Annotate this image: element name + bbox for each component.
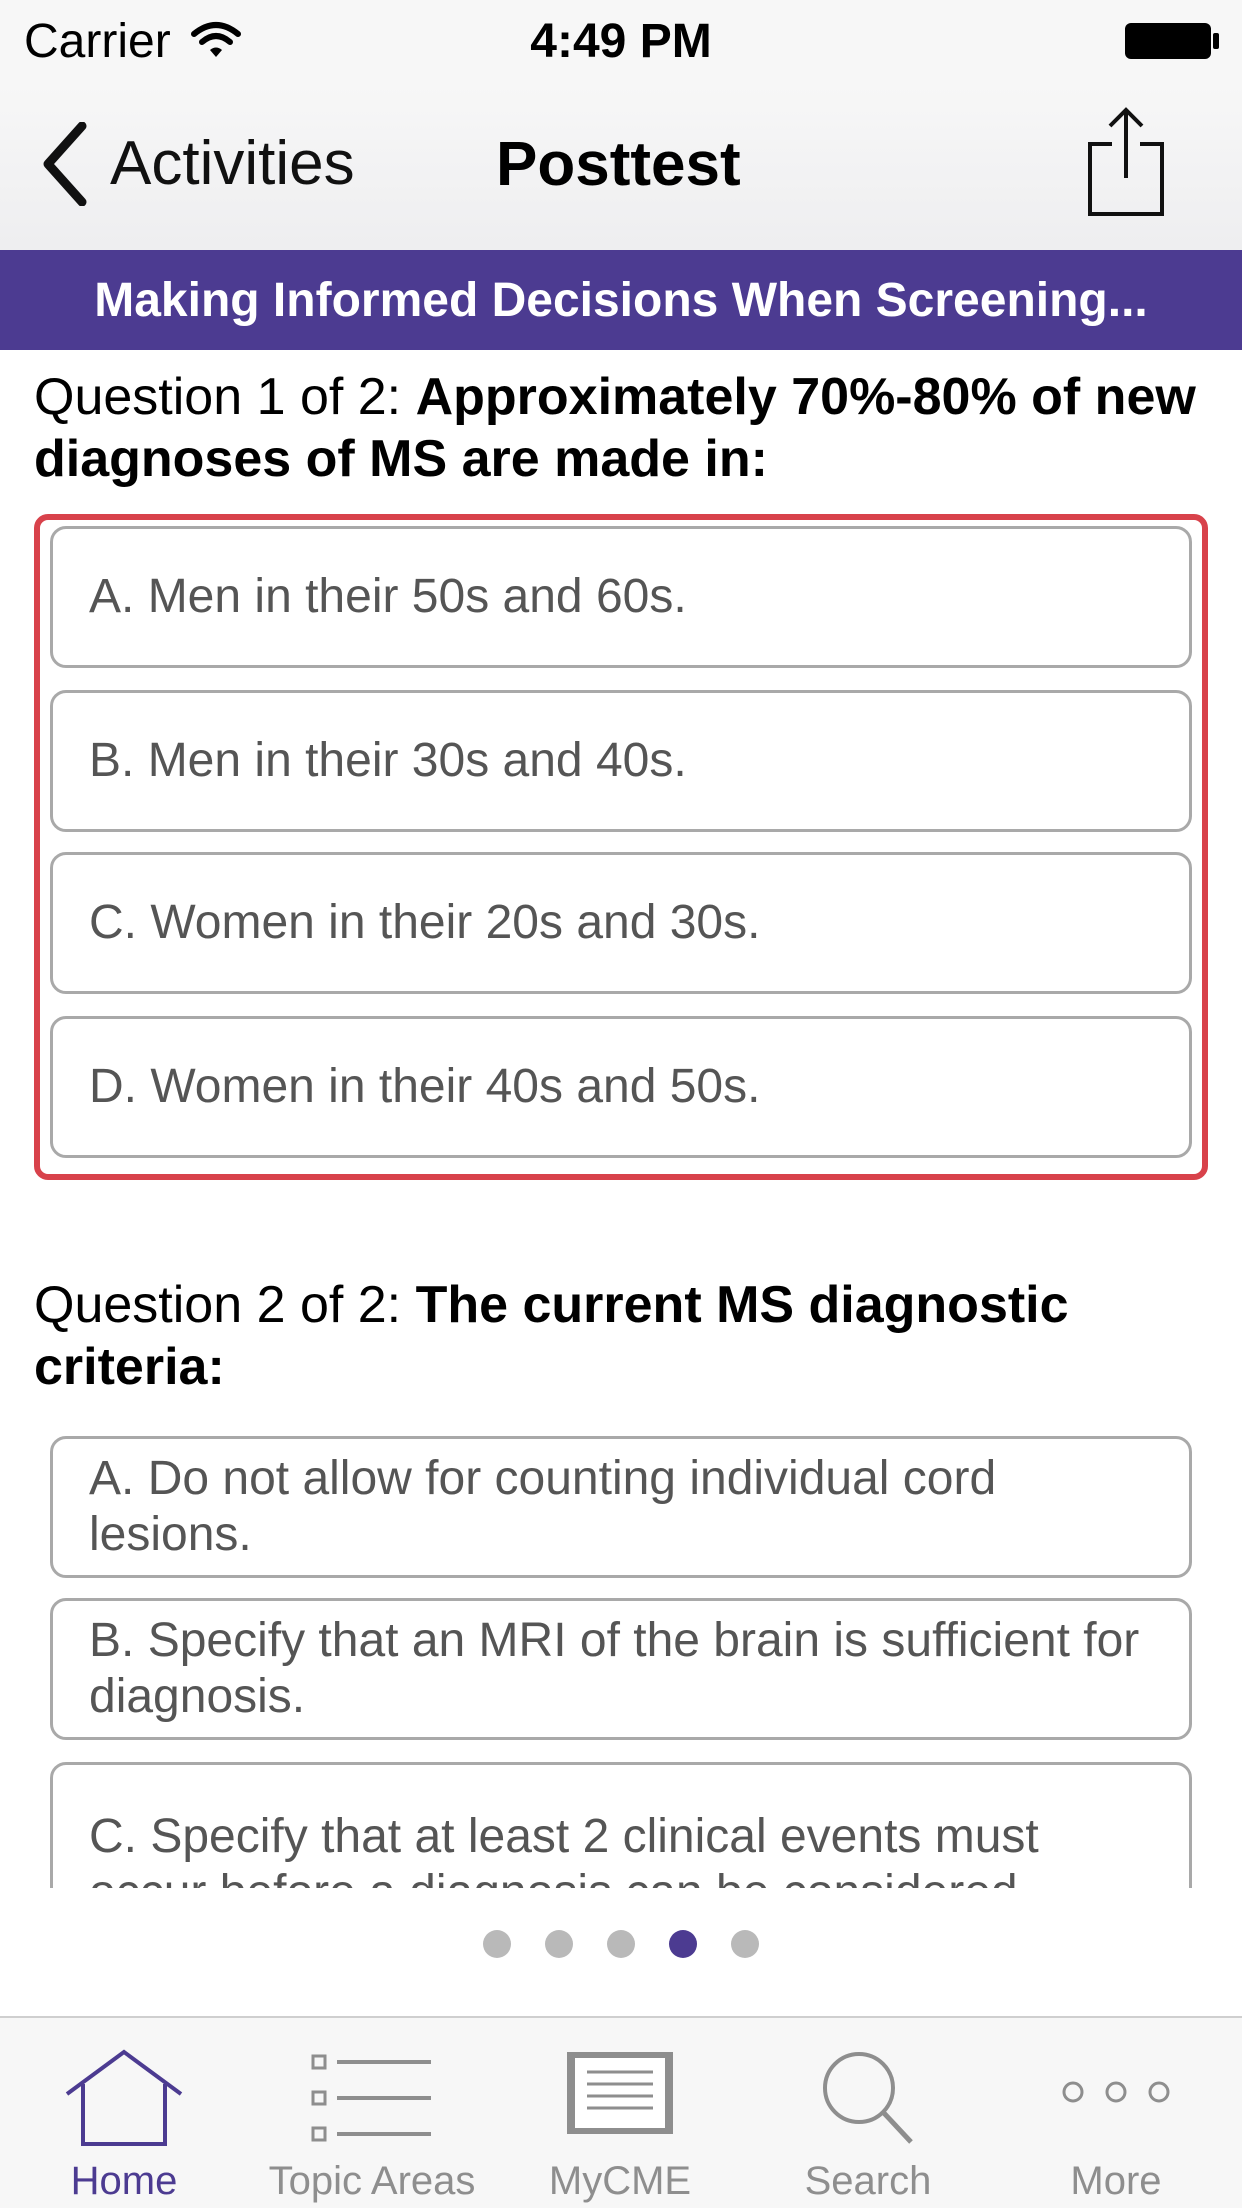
share-icon[interactable] xyxy=(1086,106,1166,218)
tab-search[interactable]: Search xyxy=(744,2018,992,2208)
question-2-number: Question 2 of 2: xyxy=(34,1276,416,1334)
navigation-bar: Activities Posttest xyxy=(0,84,1242,250)
list-icon xyxy=(311,2054,431,2142)
answer-label: D. Women in their 40s and 50s. xyxy=(89,1060,761,1113)
back-label: Activities xyxy=(110,129,355,198)
tab-bar: Home Topic Areas MyCME Search More xyxy=(0,2016,1242,2208)
question-1-answer-d[interactable]: D. Women in their 40s and 50s. xyxy=(50,1016,1192,1158)
activity-title: Making Informed Decisions When Screening… xyxy=(94,273,1148,327)
status-bar: Carrier 4:49 PM xyxy=(0,0,1242,84)
tab-mycme[interactable]: MyCME xyxy=(496,2018,744,2208)
question-1-number: Question 1 of 2: xyxy=(34,368,416,426)
answer-label: C. Women in their 20s and 30s. xyxy=(89,896,761,949)
question-1-answer-b[interactable]: B. Men in their 30s and 40s. xyxy=(50,690,1192,832)
page-dot-1[interactable] xyxy=(483,1930,511,1958)
more-icon xyxy=(1062,2081,1170,2103)
answer-label: A. Do not allow for counting individual … xyxy=(89,1452,997,1561)
tab-label: More xyxy=(1070,2159,1162,2203)
tab-topic-areas[interactable]: Topic Areas xyxy=(248,2018,496,2208)
question-2-answer-a[interactable]: A. Do not allow for counting individual … xyxy=(50,1436,1192,1578)
home-icon xyxy=(65,2049,183,2146)
page-title: Posttest xyxy=(496,130,741,199)
question-2: Question 2 of 2: The current MS diagnost… xyxy=(34,1274,1204,1398)
tab-label: Topic Areas xyxy=(268,2159,476,2203)
tab-label: MyCME xyxy=(548,2159,692,2203)
page-dot-3[interactable] xyxy=(607,1930,635,1958)
question-1-answer-c[interactable]: C. Women in their 20s and 30s. xyxy=(50,852,1192,994)
question-2-answer-b[interactable]: B. Specify that an MRI of the brain is s… xyxy=(50,1598,1192,1740)
tab-label: Search xyxy=(804,2159,932,2203)
page-dot-4-current[interactable] xyxy=(669,1930,697,1958)
document-icon xyxy=(567,2052,673,2134)
activity-banner: Making Informed Decisions When Screening… xyxy=(0,250,1242,350)
question-list[interactable]: Question 1 of 2: Approximately 70%-80% o… xyxy=(0,350,1242,1888)
page-indicator[interactable] xyxy=(0,1916,1242,1972)
chevron-left-icon xyxy=(43,122,87,206)
answer-label: B. Specify that an MRI of the brain is s… xyxy=(89,1614,1140,1723)
battery-icon xyxy=(1125,23,1219,59)
question-2-answer-c[interactable]: C. Specify that at least 2 clinical even… xyxy=(50,1762,1192,1888)
clock: 4:49 PM xyxy=(530,15,712,68)
answer-label: A. Men in their 50s and 60s. xyxy=(89,570,687,623)
question-1-answer-a[interactable]: A. Men in their 50s and 60s. xyxy=(50,526,1192,668)
page-dot-2[interactable] xyxy=(545,1930,573,1958)
page-dot-5[interactable] xyxy=(731,1930,759,1958)
search-icon xyxy=(823,2052,913,2144)
back-button[interactable]: Activities xyxy=(40,114,355,214)
question-1: Question 1 of 2: Approximately 70%-80% o… xyxy=(34,366,1204,490)
tab-label: Home xyxy=(70,2159,178,2203)
answer-label: C. Specify that at least 2 clinical even… xyxy=(89,1810,1039,1888)
tab-home[interactable]: Home xyxy=(0,2018,248,2208)
answer-label: B. Men in their 30s and 40s. xyxy=(89,734,687,787)
tab-more[interactable]: More xyxy=(992,2018,1240,2208)
